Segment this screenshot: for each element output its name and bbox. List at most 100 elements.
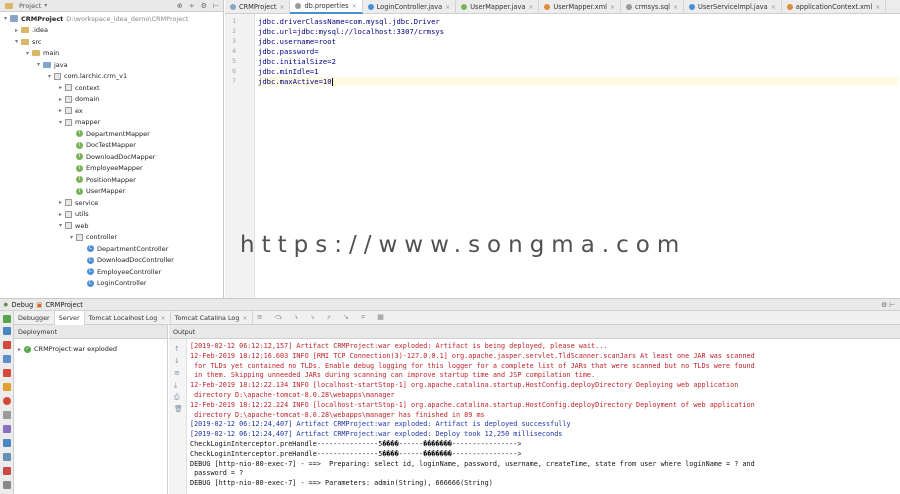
chevron-right-icon[interactable]: ▸ bbox=[57, 107, 64, 114]
tree-item[interactable]: I PositionMapper bbox=[68, 174, 136, 186]
hide-panel-icon[interactable]: ⊢ bbox=[889, 301, 895, 309]
editor-tab[interactable]: LoginController.java × bbox=[363, 0, 457, 14]
collapse-icon[interactable]: ÷ bbox=[189, 2, 195, 10]
tree-item[interactable]: C LoginController bbox=[79, 278, 147, 290]
tree-item[interactable]: ▸ context bbox=[57, 82, 100, 94]
code-line[interactable]: jdbc.maxActive=10 bbox=[258, 77, 898, 86]
code-line[interactable]: jdbc.initialSize=2 bbox=[258, 57, 336, 66]
close-tab-icon[interactable]: × bbox=[610, 4, 615, 11]
tree-item[interactable]: ▸ service bbox=[57, 197, 98, 209]
chevron-down-icon[interactable]: ▾ bbox=[57, 119, 64, 126]
tree-item[interactable]: I DownloadDocMapper bbox=[68, 151, 155, 163]
scroll-down-icon[interactable]: ↓ bbox=[174, 357, 180, 365]
code-line[interactable]: jdbc.password= bbox=[258, 47, 319, 56]
tree-item[interactable]: ▾ com.larchic.crm_v1 bbox=[46, 71, 127, 83]
close-tab-icon[interactable]: × bbox=[242, 314, 247, 322]
stop-icon[interactable] bbox=[3, 341, 11, 349]
settings-icon[interactable] bbox=[3, 453, 11, 461]
chevron-down-icon[interactable]: ▾ bbox=[46, 73, 53, 80]
pause-icon[interactable] bbox=[3, 355, 11, 363]
gear-icon[interactable]: ⚙ bbox=[201, 2, 207, 10]
debug-tab[interactable]: Server bbox=[54, 310, 85, 325]
project-panel-title[interactable]: Project bbox=[19, 2, 41, 10]
editor-tab[interactable]: UserMapper.xml × bbox=[539, 0, 621, 14]
chevron-right-icon[interactable]: ▸ bbox=[57, 199, 64, 206]
log-line: DEBUG [http-nio-80-exec-7] - ==> Prepari… bbox=[190, 459, 755, 468]
chevron-down-icon[interactable]: ▾ bbox=[57, 222, 64, 229]
close-tab-icon[interactable]: × bbox=[352, 3, 357, 10]
chevron-right-icon[interactable]: ▸ bbox=[57, 84, 64, 91]
close-tab-icon[interactable]: × bbox=[528, 4, 533, 11]
editor-tab[interactable]: crmsys.sql × bbox=[621, 0, 684, 14]
tree-item[interactable]: ▾ controller bbox=[68, 232, 117, 244]
hide-icon[interactable]: ⊢ bbox=[213, 2, 219, 10]
chevron-down-icon[interactable]: ▾ bbox=[13, 38, 20, 45]
close-icon[interactable] bbox=[3, 481, 11, 489]
tree-item[interactable]: I UserMapper bbox=[68, 186, 125, 198]
tree-item[interactable]: ▾ mapper bbox=[57, 117, 100, 129]
tree-item[interactable]: ▾ java bbox=[35, 59, 68, 71]
stop-server-icon[interactable] bbox=[3, 369, 11, 377]
debug-tab[interactable]: Tomcat Localhost Log × bbox=[85, 310, 171, 325]
deployment-item[interactable]: ▸ ✓ CRMProject:war exploded bbox=[18, 345, 117, 353]
tree-item[interactable]: C DownloadDocController bbox=[79, 255, 174, 267]
scroll-up-icon[interactable]: ↑ bbox=[174, 345, 180, 353]
editor-tab[interactable]: CRMProject × bbox=[225, 0, 291, 14]
chevron-down-icon[interactable]: ▾ bbox=[44, 2, 47, 9]
chevron-right-icon[interactable]: ▸ bbox=[57, 211, 64, 218]
tree-item[interactable]: I DepartmentMapper bbox=[68, 128, 150, 140]
tree-item[interactable]: ▸ ex bbox=[57, 105, 83, 117]
close-tab-icon[interactable]: × bbox=[673, 4, 678, 11]
code-line[interactable]: jdbc.username=root bbox=[258, 37, 336, 46]
chevron-right-icon[interactable]: ▸ bbox=[13, 27, 20, 34]
update-app-icon[interactable] bbox=[3, 383, 11, 391]
dump-threads-icon[interactable] bbox=[3, 425, 11, 433]
resume-icon[interactable] bbox=[3, 315, 11, 323]
layout-icon[interactable] bbox=[3, 439, 11, 447]
soft-wrap-icon[interactable]: ≡ bbox=[174, 369, 180, 377]
editor-tab[interactable]: db.properties × bbox=[290, 0, 363, 14]
tree-item[interactable]: I DocTestMapper bbox=[68, 140, 136, 152]
code-line[interactable]: jdbc.driverClassName=com.mysql.jdbc.Driv… bbox=[258, 17, 440, 26]
editor-tab[interactable]: UserMapper.java × bbox=[456, 0, 540, 14]
stepping-toolbar-icons[interactable]: ≡ ⤼ ⤵ ⤵ ⤴ ↘ ⌗ ▦ bbox=[257, 313, 389, 322]
tree-item[interactable]: I EmployeeMapper bbox=[68, 163, 143, 175]
tree-item[interactable]: ▾ main bbox=[24, 48, 59, 60]
debug-tab[interactable]: Debugger bbox=[14, 310, 55, 325]
chevron-down-icon[interactable]: ▾ bbox=[2, 15, 9, 22]
tree-item[interactable]: ▾ src bbox=[13, 36, 42, 48]
tree-item[interactable]: ▾ CRMProject D:\workspace_idea_demo\CRMPro… bbox=[2, 13, 188, 25]
pin-icon[interactable] bbox=[3, 467, 11, 475]
tree-item[interactable]: ▸ .idea bbox=[13, 25, 48, 37]
tree-item[interactable]: C DepartmentController bbox=[79, 243, 168, 255]
package-icon bbox=[65, 107, 72, 115]
close-tab-icon[interactable]: × bbox=[445, 4, 450, 11]
code-line[interactable]: jdbc.url=jdbc:mysql://localhost:3307/crm… bbox=[258, 27, 444, 36]
close-tab-icon[interactable]: × bbox=[875, 4, 880, 11]
tree-item[interactable]: ▸ domain bbox=[57, 94, 99, 106]
chevron-down-icon[interactable]: ▾ bbox=[68, 234, 75, 241]
editor-tab[interactable]: UserServiceImpl.java × bbox=[684, 0, 782, 14]
sync-icon[interactable]: ⊕ bbox=[177, 2, 183, 10]
tree-item[interactable]: C EmployeeController bbox=[79, 266, 161, 278]
close-tab-icon[interactable]: × bbox=[771, 4, 776, 11]
tree-item[interactable]: ▾ web bbox=[57, 220, 88, 232]
debug-config-name[interactable]: CRMProject bbox=[45, 301, 82, 309]
code-line[interactable]: jdbc.minIdle=1 bbox=[258, 67, 319, 76]
close-tab-icon[interactable]: × bbox=[160, 314, 165, 322]
rerun-icon[interactable] bbox=[3, 327, 11, 335]
clear-all-icon[interactable]: 🗑 bbox=[174, 405, 183, 413]
tree-item[interactable]: ▸ utils bbox=[57, 209, 89, 221]
mute-breakpoints-icon[interactable] bbox=[3, 411, 11, 419]
gear-icon[interactable]: ⚙ bbox=[881, 301, 887, 309]
chevron-down-icon[interactable]: ▾ bbox=[24, 50, 31, 57]
debug-tab[interactable]: Tomcat Catalina Log × bbox=[171, 310, 253, 325]
chevron-right-icon[interactable]: ▸ bbox=[57, 96, 64, 103]
expand-icon[interactable]: ▸ bbox=[18, 346, 21, 353]
editor-tab[interactable]: applicationContext.xml × bbox=[782, 0, 887, 14]
print-icon[interactable]: ⎙ bbox=[174, 393, 180, 402]
close-tab-icon[interactable]: × bbox=[279, 4, 284, 11]
scroll-to-end-icon[interactable]: ⤓ bbox=[174, 381, 177, 390]
chevron-down-icon[interactable]: ▾ bbox=[35, 61, 42, 68]
breakpoints-icon[interactable] bbox=[3, 397, 11, 405]
